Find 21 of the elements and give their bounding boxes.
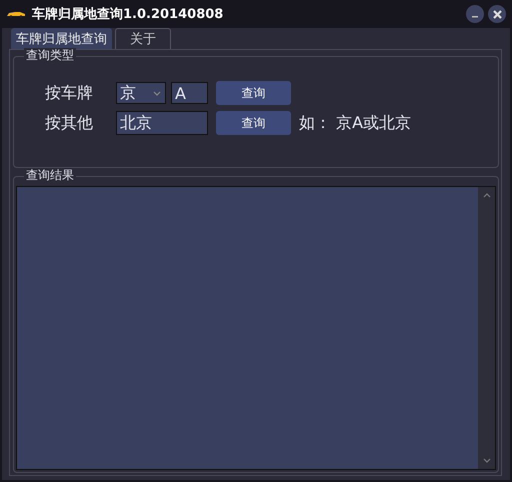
group-title: 查询类型 (24, 48, 76, 62)
example-hint: 如： 京A或北京 (299, 112, 412, 134)
tab[interactable]: 关于 (115, 28, 171, 49)
close-button[interactable] (488, 5, 506, 23)
tab[interactable]: 车牌归属地查询 (11, 28, 112, 49)
province-dropdown[interactable]: 京 (116, 82, 166, 104)
car-icon (6, 10, 26, 18)
field-label: 按车牌 (45, 82, 94, 104)
chevron-down-icon (482, 458, 490, 463)
close-icon (492, 10, 502, 18)
chevron-up-icon (482, 193, 490, 198)
field-label: 按其他 (45, 112, 94, 134)
chevron-down-icon (153, 90, 161, 96)
window-title: 车牌归属地查询 (32, 6, 123, 23)
minimize-button[interactable] (466, 5, 484, 23)
query-button[interactable]: 查询 (216, 81, 291, 105)
region-field[interactable]: 北京 (116, 111, 208, 135)
version-text: 1.0.20140808 (123, 6, 224, 22)
group-title: 查询结果 (24, 168, 76, 182)
letter-field[interactable]: A (171, 82, 208, 104)
query-button[interactable]: 查询 (216, 111, 291, 135)
